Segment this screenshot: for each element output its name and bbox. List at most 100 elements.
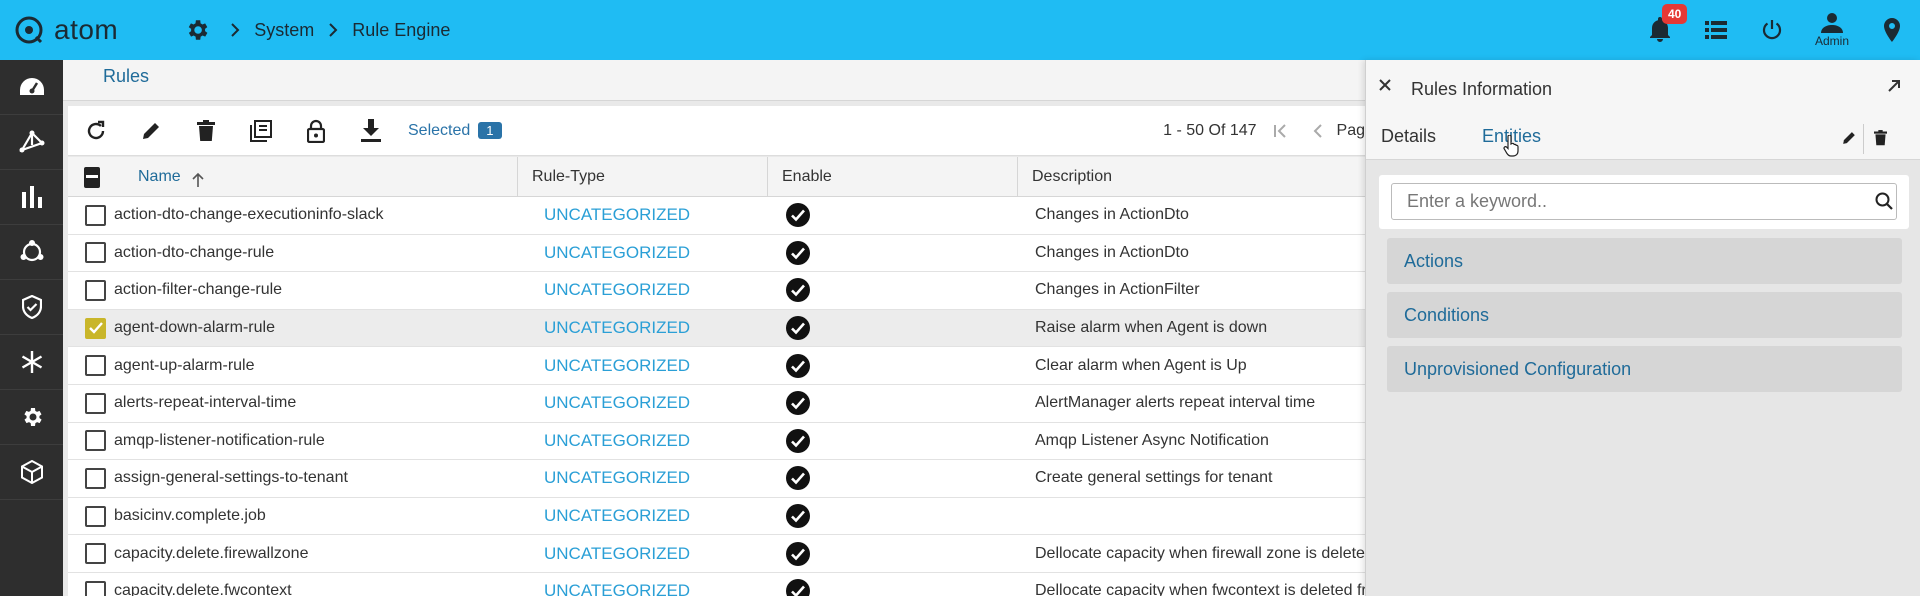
sidebar — [0, 60, 63, 596]
user-menu-button[interactable]: Admin — [1800, 0, 1864, 60]
expand-icon[interactable] — [1886, 78, 1902, 99]
rule-type-link[interactable]: UNCATEGORIZED — [518, 385, 768, 422]
rule-type-link[interactable]: UNCATEGORIZED — [518, 498, 768, 535]
sidebar-item-snowflake[interactable] — [0, 335, 63, 390]
section-conditions[interactable]: Conditions — [1387, 292, 1902, 338]
section-unprovisioned-configuration[interactable]: Unprovisioned Configuration — [1387, 346, 1902, 392]
rule-type-link[interactable]: UNCATEGORIZED — [518, 347, 768, 384]
check-circle-icon — [786, 541, 810, 566]
row-checkbox[interactable] — [85, 392, 106, 414]
table-row[interactable]: agent-down-alarm-rule UNCATEGORIZED Raise … — [68, 309, 1365, 348]
page-header: Rules — [63, 60, 1365, 101]
row-checkbox[interactable] — [85, 505, 106, 527]
rule-type-link[interactable]: UNCATEGORIZED — [518, 272, 768, 309]
table-row[interactable]: assign-general-settings-to-tenant UNCATEG… — [68, 460, 1365, 498]
download-button[interactable] — [343, 106, 398, 156]
column-header-description[interactable]: Description — [1018, 157, 1365, 197]
chevron-right-icon — [230, 23, 240, 37]
sidebar-item-network[interactable] — [0, 225, 63, 280]
sidebar-item-topology[interactable] — [0, 115, 63, 170]
panel-header: Rules Information Details Entities — [1366, 60, 1920, 160]
table-row[interactable]: action-dto-change-rule UNCATEGORIZED Chang… — [68, 235, 1365, 273]
power-button[interactable] — [1744, 0, 1800, 60]
rule-name: action-dto-change-executioninfo-slack — [114, 206, 384, 224]
notifications-button[interactable]: 40 — [1632, 0, 1688, 60]
table-row[interactable]: action-filter-change-rule UNCATEGORIZED Ch… — [68, 272, 1365, 310]
rule-type-link[interactable]: UNCATEGORIZED — [518, 460, 768, 497]
sidebar-item-analytics[interactable] — [0, 170, 63, 225]
row-select-cell — [68, 573, 114, 596]
edit-button[interactable] — [123, 106, 178, 156]
pagination: 1 - 50 Of 147 Pag — [1163, 106, 1365, 156]
rule-type-link[interactable]: UNCATEGORIZED — [518, 423, 768, 460]
pencil-icon[interactable] — [1841, 130, 1857, 151]
row-checkbox[interactable] — [85, 242, 106, 264]
refresh-button[interactable] — [68, 106, 123, 156]
row-checkbox[interactable] — [85, 580, 106, 596]
row-checkbox[interactable] — [85, 467, 106, 489]
check-circle-icon — [786, 579, 810, 596]
trash-icon — [196, 119, 215, 141]
sidebar-item-settings[interactable] — [0, 390, 63, 445]
check-circle-icon — [786, 278, 810, 303]
table-row[interactable]: amqp-listener-notification-rule UNCATEGOR… — [68, 423, 1365, 461]
notification-badge: 40 — [1662, 4, 1688, 24]
rule-type-link[interactable]: UNCATEGORIZED — [518, 310, 768, 347]
rule-type-link[interactable]: UNCATEGORIZED — [518, 573, 768, 596]
breadcrumb-item-rule-engine[interactable]: Rule Engine — [352, 20, 450, 41]
table-header: Name Rule-Type Enable Description — [68, 157, 1365, 197]
tab-details[interactable]: Details — [1381, 126, 1436, 147]
column-header-name[interactable]: Name — [98, 157, 518, 197]
app-logo[interactable]: atom — [14, 14, 118, 46]
search-icon[interactable] — [1875, 192, 1893, 215]
rule-name: action-filter-change-rule — [114, 281, 283, 299]
table-row[interactable]: action-dto-change-executioninfo-slack UNC… — [68, 197, 1365, 235]
rule-type-link[interactable]: UNCATEGORIZED — [518, 197, 768, 234]
trash-icon[interactable] — [1874, 130, 1887, 151]
prev-page-icon[interactable] — [1311, 123, 1323, 139]
sidebar-item-packages[interactable] — [0, 445, 63, 500]
rule-type-link[interactable]: UNCATEGORIZED — [518, 535, 768, 572]
rules-table: Name Rule-Type Enable Description action… — [68, 157, 1365, 596]
breadcrumb-item-system[interactable]: System — [254, 20, 314, 41]
row-select-cell — [68, 197, 114, 234]
column-name-label: Name — [138, 168, 181, 185]
section-actions[interactable]: Actions — [1387, 238, 1902, 284]
page-title[interactable]: Rules — [103, 66, 149, 87]
row-checkbox[interactable] — [85, 543, 106, 565]
column-enable-label: Enable — [782, 168, 832, 185]
list-view-button[interactable] — [1688, 0, 1744, 60]
close-icon[interactable] — [1378, 78, 1392, 97]
clone-button[interactable] — [233, 106, 288, 156]
row-checkbox[interactable] — [85, 430, 106, 452]
sidebar-item-dashboard[interactable] — [0, 60, 63, 115]
row-checkbox[interactable] — [85, 279, 106, 301]
sidebar-item-security[interactable] — [0, 280, 63, 335]
rule-name: basicinv.complete.job — [114, 507, 266, 525]
row-checkbox[interactable] — [85, 204, 106, 226]
table-row[interactable]: agent-up-alarm-rule UNCATEGORIZED Clear al… — [68, 347, 1365, 385]
table-toolbar: Selected 1 1 - 50 Of 147 Pag — [68, 106, 1365, 156]
table-row[interactable]: capacity.delete.fwcontext UNCATEGORIZED De… — [68, 573, 1365, 596]
table-row[interactable]: capacity.delete.firewallzone UNCATEGORIZE… — [68, 535, 1365, 573]
row-select-cell — [68, 423, 114, 460]
table-row[interactable]: alerts-repeat-interval-time UNCATEGORIZED… — [68, 385, 1365, 423]
lock-button[interactable] — [288, 106, 343, 156]
row-select-cell — [68, 535, 114, 572]
column-header-rule-type[interactable]: Rule-Type — [518, 157, 768, 197]
table-row[interactable]: basicinv.complete.job UNCATEGORIZED — [68, 498, 1365, 536]
column-header-enable[interactable]: Enable — [768, 157, 1018, 197]
first-page-icon[interactable] — [1273, 123, 1289, 139]
rule-description: Changes in ActionFilter — [1035, 281, 1200, 299]
panel-title: Rules Information — [1411, 79, 1553, 99]
pagination-range: 1 - 50 Of 147 — [1163, 122, 1257, 139]
gear-icon[interactable] — [184, 17, 210, 43]
keyword-search-input[interactable] — [1391, 183, 1897, 220]
rule-type-link[interactable]: UNCATEGORIZED — [518, 235, 768, 272]
row-checkbox[interactable] — [85, 355, 106, 377]
check-circle-icon — [786, 428, 810, 453]
check-circle-icon — [786, 504, 810, 529]
location-button[interactable] — [1864, 0, 1920, 60]
delete-button[interactable] — [178, 106, 233, 156]
row-checkbox[interactable] — [85, 317, 106, 339]
